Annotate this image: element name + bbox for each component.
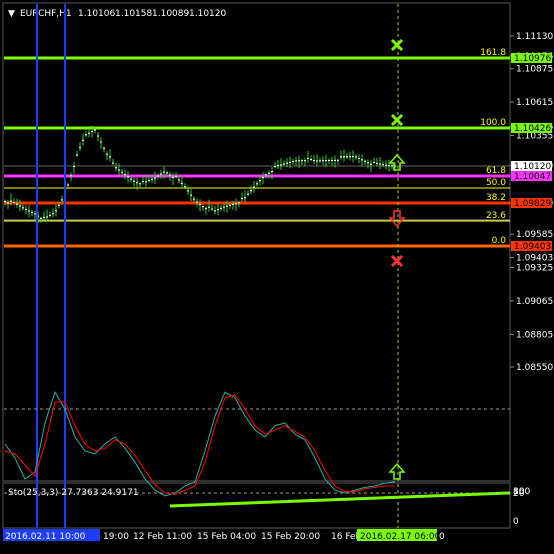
time-label: 15 Feb 04:00 — [197, 532, 256, 542]
stoch-signal-line — [4, 394, 395, 495]
time-label: 16 Feb — [331, 532, 362, 542]
price-tick-label: 1.09585 — [516, 230, 553, 240]
price-tick-label: 1.11130 — [516, 32, 553, 42]
price-tick-label: 1.08550 — [516, 363, 553, 373]
symbol-timeframe: EURCHF,H1 — [20, 9, 72, 19]
price-tick-label: 1.09325 — [516, 264, 553, 274]
time-label: 2016.02.11 10:00 — [5, 532, 86, 542]
ohlc-high: 1.10158 — [115, 9, 152, 19]
chart-window[interactable]: ▼ EURCHF,H1 1.10106 1.10158 1.10089 1.10… — [0, 0, 554, 551]
stoch-tick-label: 20 — [513, 489, 525, 499]
arrow-up-icon — [388, 462, 406, 480]
ohlc-open: 1.10106 — [78, 9, 115, 19]
signal-markers — [388, 38, 406, 480]
dropdown-triangle-icon[interactable]: ▼ — [8, 9, 15, 19]
arrow-down-icon — [388, 210, 406, 228]
time-label: 15 Feb 20:00 — [261, 532, 320, 542]
chart-canvas[interactable]: ▼ EURCHF,H1 1.10106 1.10158 1.10089 1.10… — [0, 0, 554, 551]
price-badge-label: 1.10047 — [514, 172, 551, 182]
price-tick-label: 1.09403 — [516, 254, 553, 264]
price-tick-label: 1.09065 — [516, 297, 553, 307]
fib-label-38.2: 38.2 — [486, 193, 506, 203]
stoch-main-line — [4, 390, 396, 497]
price-tick-label: 1.10615 — [516, 98, 553, 108]
time-cursor-label: 2016.02.17 06:00 — [360, 532, 441, 542]
fib-label-100.0: 100.0 — [480, 118, 506, 128]
fib-label-161.8: 161.8 — [480, 48, 506, 58]
time-axis: 2016.02.11 10:00 19:00 12 Feb 11:00 15 Feb … — [3, 529, 445, 542]
price-badge-label: 1.10120 — [514, 162, 551, 172]
vertical-lines[interactable] — [36, 4, 399, 528]
fib-label-50.0: 50.0 — [486, 178, 506, 188]
time-label: 19:00 — [103, 532, 129, 542]
time-label: 12 Feb 11:00 — [133, 532, 192, 542]
ohlc-close: 1.10120 — [189, 9, 226, 19]
price-badge-label: 1.09403 — [514, 242, 551, 252]
price-tick-label: 1.10875 — [516, 65, 553, 75]
price-tick-label: 1.08805 — [516, 330, 553, 340]
time-label-trailing: 0 — [439, 532, 445, 542]
price-badge-label: 1.10976 — [514, 54, 551, 64]
ohlc-low: 1.10089 — [152, 9, 189, 19]
price-badge-label: 1.09829 — [514, 199, 551, 209]
fib-label-0.0: 0.0 — [492, 236, 507, 246]
stoch-tick-label: 0 — [513, 517, 519, 527]
fib-label-61.8: 61.8 — [486, 166, 506, 176]
stoch-trend-line[interactable] — [169, 491, 511, 508]
stochastic-axis: 10080200 — [513, 487, 530, 527]
price-bars — [4, 125, 396, 224]
price-axis-badges: 1.10976 1.10426 1.101201.10047 1.09829 1.094… — [511, 53, 552, 252]
price-badge-label: 1.10426 — [514, 124, 551, 134]
